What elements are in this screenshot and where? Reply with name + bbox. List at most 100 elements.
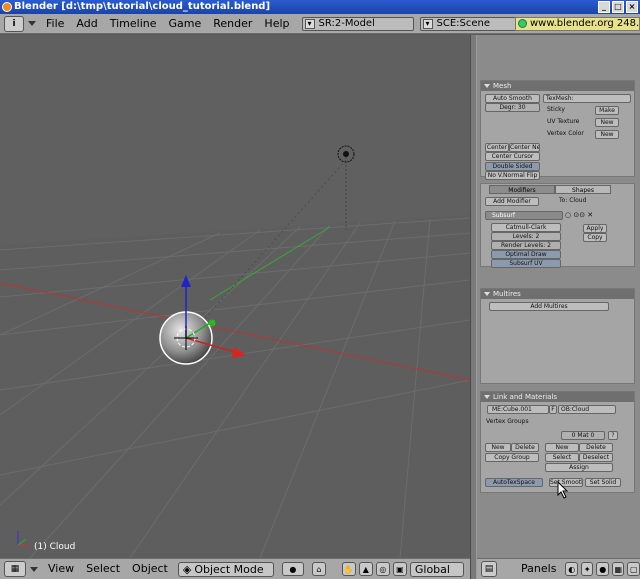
menu-help[interactable]: Help bbox=[258, 14, 295, 34]
blender-window: Blender [d:\tmp\tutorial\cloud_tutorial.… bbox=[0, 0, 640, 579]
object-mode-icon: ◈ bbox=[182, 562, 192, 576]
editing-context-icon[interactable]: ▢ bbox=[627, 562, 640, 576]
minimize-button[interactable]: _ bbox=[598, 1, 610, 13]
new-material-button[interactable]: New bbox=[545, 443, 579, 452]
main-menu-header: i File Add Timeline Game Render Help ▾ S… bbox=[0, 14, 640, 34]
sticky-make-button[interactable]: Make bbox=[595, 106, 619, 115]
menu-object[interactable]: Object bbox=[126, 559, 174, 579]
viewport-header: ▦ View Select Object ◈ Object Mode ● ⌂ ✋… bbox=[0, 558, 470, 579]
globe-icon bbox=[518, 19, 527, 28]
optimal-draw-toggle[interactable]: Optimal Draw bbox=[491, 250, 561, 259]
vertex-color-label: Vertex Color bbox=[547, 130, 584, 137]
multires-panel-header[interactable]: Multires bbox=[481, 289, 634, 299]
levels-field[interactable]: Levels: 2 bbox=[491, 232, 561, 241]
orientation-selector[interactable]: Global bbox=[409, 561, 464, 577]
window-controls: _ □ × bbox=[598, 1, 638, 13]
subsurf-modifier-header[interactable]: Subsurf bbox=[485, 211, 563, 220]
mesh-datablock-field[interactable]: ME:Cube.001 bbox=[487, 405, 549, 414]
3d-viewport[interactable]: (1) Cloud bbox=[0, 35, 470, 558]
buttons-editor-icon[interactable]: ▤ bbox=[481, 561, 498, 577]
center-new-button[interactable]: Center New bbox=[509, 143, 540, 152]
tab-shapes[interactable]: Shapes bbox=[555, 185, 611, 194]
modifier-target-label: To: Cloud bbox=[559, 197, 587, 204]
menu-timeline[interactable]: Timeline bbox=[104, 14, 163, 34]
subdivision-type-select[interactable]: Catmull-Clark bbox=[491, 223, 561, 232]
shading-context-icon[interactable]: ● bbox=[596, 562, 609, 576]
scene-browse-icon[interactable]: ▾ bbox=[422, 18, 433, 29]
panels-menu[interactable]: Panels bbox=[515, 559, 562, 579]
close-button[interactable]: × bbox=[626, 1, 638, 13]
add-multires-button[interactable]: Add Multires bbox=[489, 302, 609, 311]
deselect-material-button[interactable]: Deselect bbox=[579, 453, 613, 462]
menu-add[interactable]: Add bbox=[70, 14, 103, 34]
link-materials-panel-header[interactable]: Link and Materials bbox=[481, 392, 634, 402]
uv-texture-label: UV Texture bbox=[547, 118, 580, 125]
vertex-color-new-button[interactable]: New bbox=[595, 130, 619, 139]
maximize-button[interactable]: □ bbox=[612, 1, 624, 13]
mesh-panel: Mesh Auto Smooth Degr: 30 TexMesh: Stick… bbox=[480, 80, 635, 180]
logic-context-icon[interactable]: ◐ bbox=[565, 562, 578, 576]
menu-render[interactable]: Render bbox=[207, 14, 258, 34]
assign-material-button[interactable]: Assign bbox=[545, 463, 613, 472]
object-context-icon[interactable]: ▦ bbox=[611, 562, 625, 576]
mode-selector[interactable]: ◈ Object Mode bbox=[177, 561, 274, 577]
apply-modifier-button[interactable]: Apply bbox=[583, 224, 607, 233]
subsurf-uv-toggle[interactable]: Subsurf UV bbox=[491, 259, 561, 268]
set-solid-button[interactable]: Set Solid bbox=[585, 478, 621, 487]
material-help-button[interactable]: ? bbox=[608, 431, 618, 440]
header-collapse-icon[interactable] bbox=[28, 21, 36, 26]
copy-group-button[interactable]: Copy Group bbox=[485, 453, 539, 462]
select-material-button[interactable]: Select bbox=[545, 453, 579, 462]
no-vnormal-flip-toggle[interactable]: No V.Normal Flip bbox=[485, 171, 540, 180]
double-sided-toggle[interactable]: Double Sided bbox=[485, 162, 540, 171]
editor-type-icon[interactable]: i bbox=[4, 15, 24, 32]
copy-modifier-button[interactable]: Copy bbox=[583, 233, 607, 242]
mesh-panel-header[interactable]: Mesh bbox=[481, 81, 634, 91]
translate-icon[interactable]: ▲ bbox=[358, 562, 373, 576]
auto-smooth-button[interactable]: Auto Smooth bbox=[485, 94, 540, 103]
material-index-field[interactable]: 0 Mat 0 bbox=[561, 431, 605, 440]
buttons-header: ▤ Panels ◐ ✦ ● ▦ ▢ bbox=[477, 558, 640, 579]
menu-file[interactable]: File bbox=[40, 14, 70, 34]
ground-plane bbox=[0, 215, 470, 558]
tab-modifiers[interactable]: Modifiers bbox=[489, 185, 555, 194]
active-object-label: (1) Cloud bbox=[34, 542, 76, 552]
view3d-editor-icon[interactable]: ▦ bbox=[4, 561, 26, 577]
center-button[interactable]: Center bbox=[485, 143, 509, 152]
orientation-name: Global bbox=[414, 562, 450, 576]
object-datablock-field[interactable]: OB:Cloud bbox=[558, 405, 616, 414]
menu-view[interactable]: View bbox=[42, 559, 80, 579]
screen-browse-icon[interactable]: ▾ bbox=[304, 18, 315, 29]
fake-user-toggle[interactable]: F bbox=[549, 405, 557, 414]
modifier-visibility-icons[interactable]: ○ ⊙⊙ ✕ bbox=[565, 211, 593, 219]
draw-type-icon[interactable]: ● bbox=[281, 562, 304, 576]
mouse-pointer-icon bbox=[557, 481, 569, 499]
link-materials-panel: Link and Materials ME:Cube.001 F OB:Clou… bbox=[480, 391, 635, 493]
script-context-icon[interactable]: ✦ bbox=[580, 562, 594, 576]
delete-material-button[interactable]: Delete bbox=[579, 443, 613, 452]
window-title: Blender [d:\tmp\tutorial\cloud_tutorial.… bbox=[14, 1, 271, 12]
render-levels-field[interactable]: Render Levels: 2 bbox=[491, 241, 561, 250]
window-titlebar: Blender [d:\tmp\tutorial\cloud_tutorial.… bbox=[0, 0, 640, 14]
url-text: www.blender.org 248.3 bbox=[530, 18, 640, 29]
viewport-header-collapse-icon[interactable] bbox=[30, 566, 38, 572]
scale-icon[interactable]: ▣ bbox=[392, 562, 407, 576]
hand-manipulator-icon[interactable]: ✋ bbox=[341, 562, 356, 576]
degr-field[interactable]: Degr: 30 bbox=[485, 103, 540, 112]
menu-select[interactable]: Select bbox=[80, 559, 126, 579]
autotexspace-toggle[interactable]: AutoTexSpace bbox=[485, 478, 543, 487]
vertex-groups-label: Vertex Groups bbox=[486, 418, 529, 425]
add-modifier-button[interactable]: Add Modifier bbox=[485, 197, 539, 206]
menu-game[interactable]: Game bbox=[163, 14, 208, 34]
delete-vertex-group-button[interactable]: Delete bbox=[511, 443, 539, 452]
screen-selector[interactable]: ▾ SR:2-Model bbox=[301, 16, 414, 31]
center-cursor-button[interactable]: Center Cursor bbox=[485, 152, 540, 161]
viewport-scene bbox=[0, 145, 470, 558]
texmesh-field[interactable]: TexMesh: bbox=[543, 94, 631, 103]
uv-texture-new-button[interactable]: New bbox=[595, 118, 619, 127]
new-vertex-group-button[interactable]: New bbox=[485, 443, 511, 452]
blender-url-link[interactable]: www.blender.org 248.3 bbox=[515, 17, 640, 31]
pivot-icon[interactable]: ⌂ bbox=[311, 562, 326, 576]
area-divider[interactable] bbox=[470, 35, 477, 579]
rotate-icon[interactable]: ◎ bbox=[375, 562, 390, 576]
